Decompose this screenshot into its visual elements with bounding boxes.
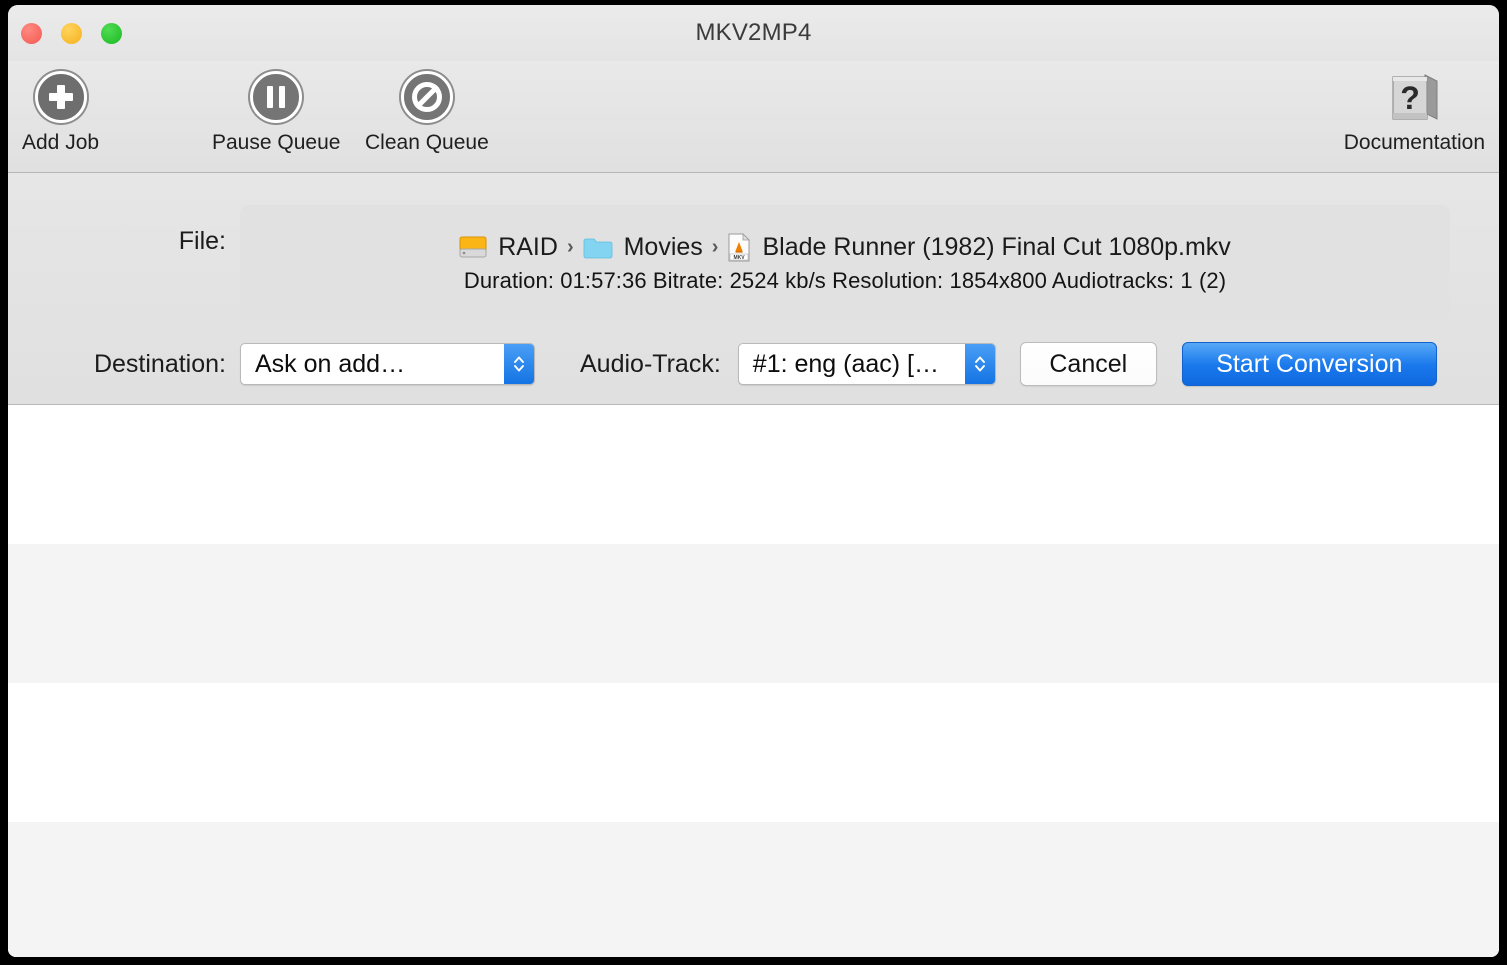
audio-track-value: #1: eng (aac) [… — [752, 349, 940, 378]
maximize-button[interactable] — [101, 23, 122, 44]
breadcrumb-item-movies[interactable]: Movies — [583, 233, 703, 262]
toolbar-label-clean-queue: Clean Queue — [365, 131, 489, 154]
audio-track-label: Audio-Track: — [580, 349, 721, 378]
destination-label: Destination: — [93, 349, 226, 378]
folder-icon — [583, 236, 613, 259]
start-conversion-button[interactable]: Start Conversion — [1181, 342, 1437, 386]
table-row[interactable] — [8, 683, 1499, 822]
controls-row: Destination: Ask on add… Audio-Track: #1… — [8, 342, 1499, 386]
title-bar: MKV2MP4 — [8, 5, 1499, 61]
queue-table[interactable] — [8, 405, 1499, 957]
table-row[interactable] — [8, 544, 1499, 683]
app-window: MKV2MP4 Add Job Pause Queue Clean Queue — [8, 5, 1499, 957]
mkv-file-icon: MKV — [727, 232, 751, 262]
file-info-box: RAID › Movies › MKV Blade Runner (1982) … — [240, 205, 1450, 321]
audio-track-select[interactable]: #1: eng (aac) [… — [737, 343, 996, 385]
window-title: MKV2MP4 — [695, 19, 812, 46]
svg-text:MKV: MKV — [734, 255, 746, 261]
svg-text:?: ? — [1401, 80, 1421, 116]
toolbar-label-documentation: Documentation — [1343, 131, 1485, 154]
chevron-right-icon-2: › — [711, 235, 719, 258]
table-row[interactable] — [8, 405, 1499, 544]
toolbar-item-documentation[interactable]: ? Documentation — [1344, 69, 1485, 155]
breadcrumb-item-raid[interactable]: RAID — [459, 233, 558, 262]
toolbar-item-clean-queue[interactable]: Clean Queue — [365, 69, 489, 155]
breadcrumb[interactable]: RAID › Movies › MKV Blade Runner (1982) … — [459, 233, 1231, 262]
destination-select[interactable]: Ask on add… — [240, 343, 535, 385]
destination-stepper-icon[interactable] — [504, 344, 534, 384]
traffic-lights — [21, 23, 122, 44]
cancel-button[interactable]: Cancel — [1019, 342, 1157, 386]
close-button[interactable] — [21, 23, 42, 44]
minimize-button[interactable] — [61, 23, 82, 44]
audio-track-stepper-icon[interactable] — [964, 344, 995, 384]
plus-circle-icon — [33, 69, 89, 125]
file-metadata: Duration: 01:57:36 Bitrate: 2524 kb/s Re… — [463, 267, 1227, 293]
prohibition-circle-icon — [399, 69, 455, 125]
book-question-icon: ? — [1385, 69, 1443, 125]
destination-value: Ask on add… — [255, 349, 406, 378]
breadcrumb-item-file[interactable]: MKV Blade Runner (1982) Final Cut 1080p.… — [727, 232, 1231, 262]
toolbar-item-add-job[interactable]: Add Job — [22, 69, 99, 155]
toolbar: Add Job Pause Queue Clean Queue ? Docume… — [8, 61, 1499, 173]
table-row[interactable] — [8, 822, 1499, 957]
pause-circle-icon — [248, 69, 304, 125]
breadcrumb-label-raid: RAID — [498, 232, 558, 261]
chevron-right-icon-1: › — [566, 235, 574, 258]
toolbar-label-add-job: Add Job — [22, 131, 100, 154]
file-label: File: — [178, 227, 226, 255]
hard-drive-icon — [459, 236, 487, 258]
toolbar-label-pause-queue: Pause Queue — [212, 131, 341, 154]
breadcrumb-label-file: Blade Runner (1982) Final Cut 1080p.mkv — [762, 232, 1231, 261]
toolbar-item-pause-queue[interactable]: Pause Queue — [212, 69, 340, 155]
breadcrumb-label-movies: Movies — [623, 232, 703, 261]
file-row: File: RAID › Movies › MKV Blade Runner (… — [8, 205, 1499, 321]
file-info-panel: File: RAID › Movies › MKV Blade Runner (… — [8, 173, 1499, 405]
